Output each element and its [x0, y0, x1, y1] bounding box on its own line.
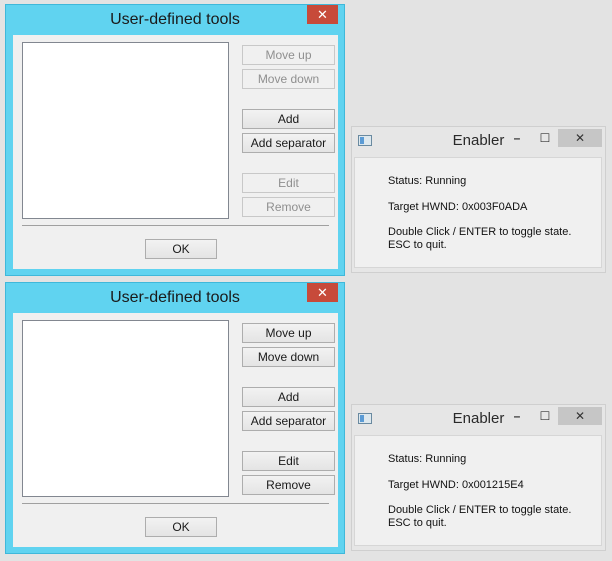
dialog-client-area: Move up Move down Add Add separator Edit…: [13, 35, 338, 269]
maximize-icon[interactable]: ☐: [532, 407, 558, 425]
user-defined-tools-dialog: User-defined tools ✕ Move up Move down A…: [5, 282, 345, 554]
ok-button[interactable]: OK: [145, 239, 217, 259]
tools-listbox[interactable]: [22, 320, 229, 497]
enabler-window: Enabler – ☐ ✕ Status: Running Target HWN…: [351, 126, 606, 273]
minimize-icon[interactable]: –: [504, 129, 530, 147]
target-hwnd-text: Target HWND: 0x003F0ADA: [388, 201, 528, 213]
move-up-button[interactable]: Move up: [242, 45, 335, 65]
maximize-icon[interactable]: ☐: [532, 129, 558, 147]
hint-text: Double Click / ENTER to toggle state.: [388, 226, 572, 238]
enabler-panel[interactable]: Status: Running Target HWND: 0x003F0ADA …: [354, 157, 602, 268]
close-icon[interactable]: ✕: [307, 5, 338, 24]
edit-button[interactable]: Edit: [242, 451, 335, 471]
add-button[interactable]: Add: [242, 109, 335, 129]
remove-button[interactable]: Remove: [242, 197, 335, 217]
user-defined-tools-dialog: User-defined tools ✕ Move up Move down A…: [5, 4, 345, 276]
target-hwnd-text: Target HWND: 0x001215E4: [388, 479, 524, 491]
minimize-icon[interactable]: –: [504, 407, 530, 425]
add-button[interactable]: Add: [242, 387, 335, 407]
dialog-client-area: Move up Move down Add Add separator Edit…: [13, 313, 338, 547]
close-icon[interactable]: ✕: [558, 407, 602, 425]
enabler-window: Enabler – ☐ ✕ Status: Running Target HWN…: [351, 404, 606, 551]
add-separator-button[interactable]: Add separator: [242, 133, 335, 153]
ok-button[interactable]: OK: [145, 517, 217, 537]
divider: [22, 503, 329, 504]
move-up-button[interactable]: Move up: [242, 323, 335, 343]
remove-button[interactable]: Remove: [242, 475, 335, 495]
edit-button[interactable]: Edit: [242, 173, 335, 193]
status-text: Status: Running: [388, 453, 467, 465]
move-down-button[interactable]: Move down: [242, 347, 335, 367]
enabler-panel[interactable]: Status: Running Target HWND: 0x001215E4 …: [354, 435, 602, 546]
dialog-title: User-defined tools: [110, 11, 240, 28]
close-icon[interactable]: ✕: [558, 129, 602, 147]
status-text: Status: Running: [388, 175, 467, 187]
move-down-button[interactable]: Move down: [242, 69, 335, 89]
dialog-title: User-defined tools: [110, 289, 240, 306]
hint-text: ESC to quit.: [388, 239, 447, 251]
close-icon[interactable]: ✕: [307, 283, 338, 302]
tools-listbox[interactable]: [22, 42, 229, 219]
add-separator-button[interactable]: Add separator: [242, 411, 335, 431]
hint-text: Double Click / ENTER to toggle state.: [388, 504, 572, 516]
hint-text: ESC to quit.: [388, 517, 447, 529]
divider: [22, 225, 329, 226]
